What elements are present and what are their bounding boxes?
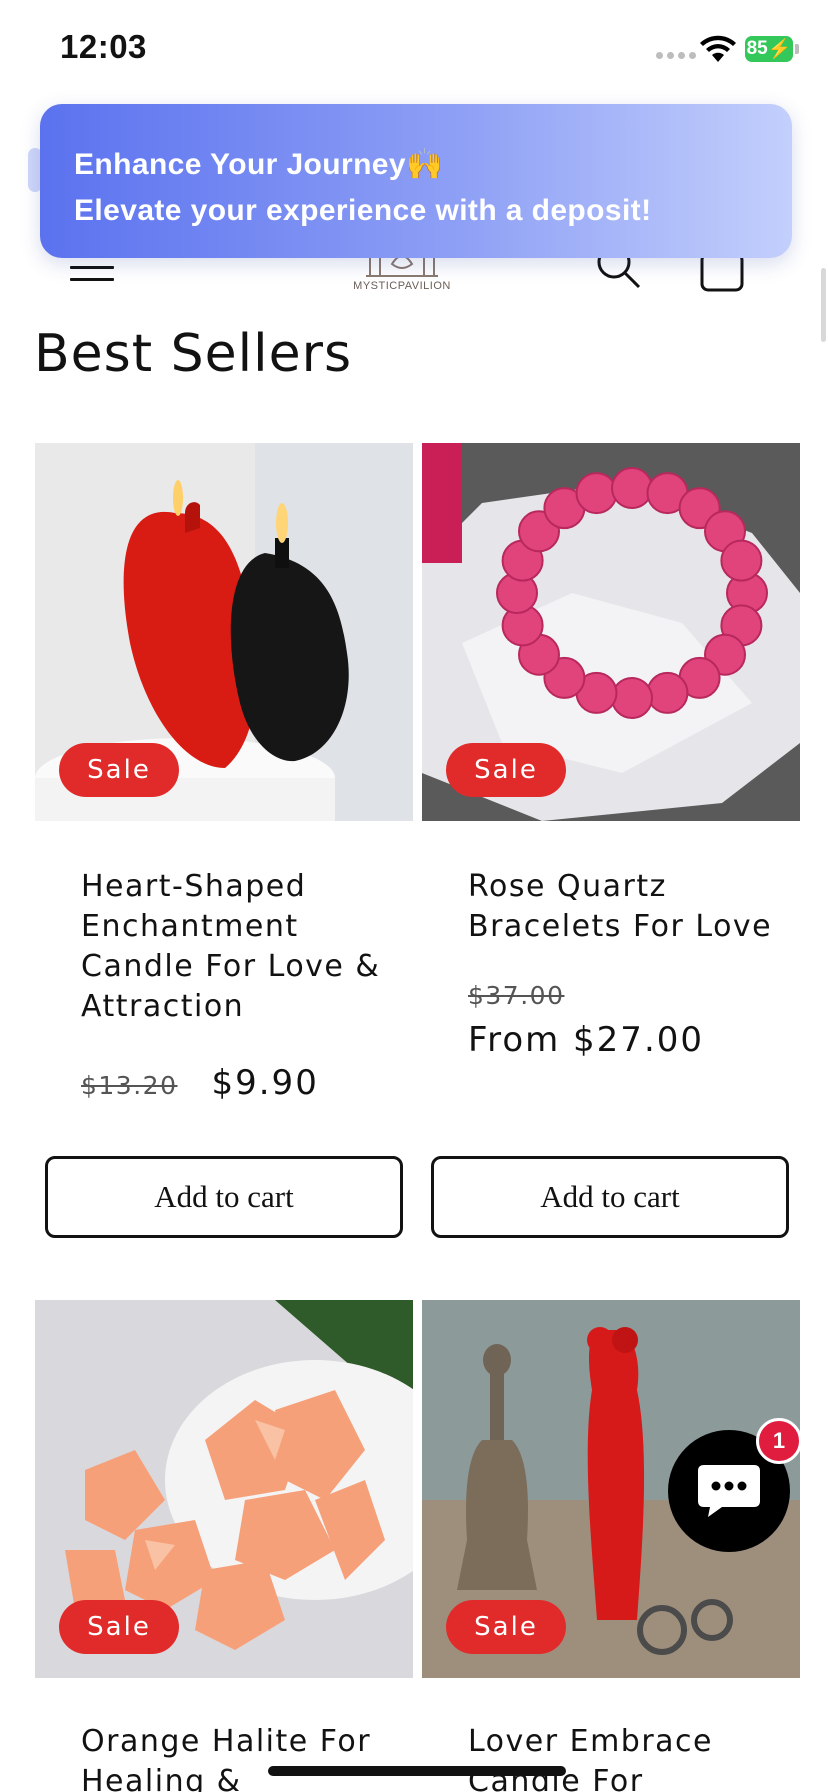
battery-icon: 85 ⚡ [745, 36, 793, 62]
product-image[interactable]: Sale [35, 443, 413, 821]
product-title[interactable]: Orange Halite For Healing & [81, 1722, 401, 1792]
battery-cap [795, 44, 799, 54]
chat-notification-badge: 1 [756, 1418, 802, 1464]
banner-title: Enhance Your Journey🙌 [74, 148, 444, 181]
banner-subtitle: Elevate your experience with a deposit! [74, 194, 652, 227]
regular-price: $13.20 [81, 1071, 178, 1100]
product-title[interactable]: Rose Quartz Bracelets For Love [468, 867, 788, 947]
product-card[interactable]: Sale Orange Halite For Healing & [35, 1300, 413, 1792]
deposit-notification-banner[interactable]: Enhance Your Journey🙌 Elevate your exper… [40, 104, 792, 258]
scroll-indicator[interactable] [821, 268, 826, 342]
sale-badge: Sale [446, 743, 566, 797]
wifi-icon [700, 35, 736, 62]
add-to-cart-button[interactable]: Add to cart [431, 1156, 789, 1238]
price-block: $37.00 From $27.00 [468, 981, 704, 1060]
product-card[interactable]: Sale Rose Quartz Bracelets For Love $37.… [422, 443, 800, 1243]
section-title: Best Sellers [34, 324, 353, 384]
bracelet-bead [611, 677, 653, 719]
regular-price: $37.00 [468, 981, 565, 1010]
bracelet-bead [646, 671, 689, 714]
battery-level: 85 [746, 38, 768, 59]
sale-price: From $27.00 [468, 1020, 705, 1060]
status-time: 12:03 [60, 28, 147, 65]
product-title[interactable]: Lover Embrace Candle For [468, 1722, 788, 1792]
sale-badge: Sale [59, 743, 179, 797]
add-to-cart-button[interactable]: Add to cart [45, 1156, 403, 1238]
status-bar: 12:03 85 ⚡ [0, 0, 828, 100]
product-image[interactable]: Sale [422, 443, 800, 821]
product-title[interactable]: Heart-Shaped Enchantment Candle For Love… [81, 867, 401, 1027]
sale-price: $9.90 [211, 1063, 319, 1103]
sale-badge: Sale [446, 1600, 566, 1654]
price-row: $13.20 $9.90 [81, 1063, 319, 1103]
menu-icon[interactable] [70, 254, 114, 284]
home-indicator[interactable] [268, 1766, 566, 1776]
bracelet-bead [611, 467, 653, 509]
product-image[interactable]: Sale [35, 1300, 413, 1678]
product-card[interactable]: Sale Heart-Shaped Enchantment Candle For… [35, 443, 413, 1243]
sale-badge: Sale [59, 1600, 179, 1654]
bracelet-bead [720, 539, 763, 582]
bracelet-bead [575, 472, 618, 515]
cellular-signal-icon [656, 52, 696, 59]
logo-text: MYSTICPAVILION [353, 280, 451, 292]
chat-icon [698, 1465, 760, 1517]
